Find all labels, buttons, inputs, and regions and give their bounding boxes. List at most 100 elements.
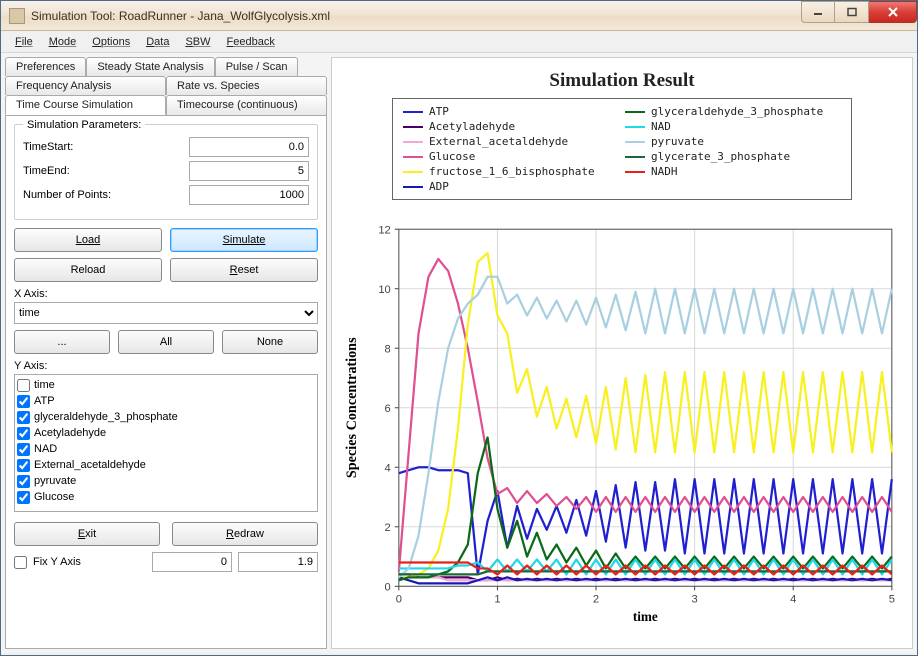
fix-y-min-input[interactable] — [152, 552, 232, 572]
none-button[interactable]: None — [222, 330, 318, 354]
window-title: Simulation Tool: RoadRunner - Jana_WolfG… — [31, 9, 801, 23]
all-button[interactable]: All — [118, 330, 214, 354]
fix-y-checkbox[interactable] — [14, 556, 27, 569]
yaxis-item-pyruvate[interactable]: pyruvate — [17, 473, 315, 489]
numpoints-label: Number of Points: — [23, 189, 189, 201]
yaxis-checklist[interactable]: time ATP glyceraldehyde_3_phosphate Acetyla… — [14, 374, 318, 512]
yaxis-item-acetyladehyde[interactable]: Acetyladehyde — [17, 425, 315, 441]
yaxis-checkbox[interactable] — [17, 395, 30, 408]
fix-y-max-input[interactable] — [238, 552, 318, 572]
yaxis-item-label: glyceraldehyde_3_phosphate — [34, 411, 178, 423]
legend-swatch-empty — [625, 186, 645, 188]
svg-text:4: 4 — [790, 594, 796, 606]
legend-swatch-NADH — [625, 171, 645, 173]
svg-text:2: 2 — [593, 594, 599, 606]
simulate-label: Simulate — [223, 234, 266, 246]
svg-text:3: 3 — [692, 594, 698, 606]
yaxis-item-external-acetaldehyde[interactable]: External_acetaldehyde — [17, 457, 315, 473]
legend-swatch-ADP — [403, 186, 423, 188]
timeend-input[interactable] — [189, 161, 309, 181]
reset-button[interactable]: Reset — [170, 258, 318, 282]
yaxis-checkbox[interactable] — [17, 379, 30, 392]
yaxis-checkbox[interactable] — [17, 459, 30, 472]
exit-button[interactable]: Exit — [14, 522, 160, 546]
legend-label-Acetyladehyde: Acetyladehyde — [429, 120, 619, 133]
legend-label-NAD: NAD — [651, 120, 841, 133]
yaxis-checkbox[interactable] — [17, 411, 30, 424]
legend-label-glyceraldehyde_3_phosphate: glyceraldehyde_3_phosphate — [651, 105, 841, 118]
simulation-parameters-group: Simulation Parameters: TimeStart: TimeEn… — [14, 124, 318, 220]
menu-mode[interactable]: Mode — [41, 34, 85, 50]
legend-swatch-pyruvate — [625, 141, 645, 143]
menubar: FileModeOptionsDataSBWFeedback — [1, 31, 917, 53]
svg-text:0: 0 — [385, 581, 391, 593]
yaxis-item-label: Glucose — [34, 491, 74, 503]
tab-time-course-content: Simulation Parameters: TimeStart: TimeEn… — [5, 115, 327, 649]
redraw-button[interactable]: Redraw — [172, 522, 318, 546]
yaxis-item-nad[interactable]: NAD — [17, 441, 315, 457]
xaxis-label: X Axis: — [14, 288, 318, 300]
numpoints-input[interactable] — [189, 185, 309, 205]
yaxis-checkbox[interactable] — [17, 443, 30, 456]
legend-swatch-Acetyladehyde — [403, 126, 423, 128]
simulate-button[interactable]: Simulate — [170, 228, 318, 252]
menu-options[interactable]: Options — [84, 34, 138, 50]
yaxis-checkbox[interactable] — [17, 491, 30, 504]
yaxis-item-label: time — [34, 379, 55, 391]
menu-file[interactable]: File — [7, 34, 41, 50]
menu-data[interactable]: Data — [138, 34, 177, 50]
yaxis-item-glucose[interactable]: Glucose — [17, 489, 315, 505]
menu-feedback[interactable]: Feedback — [219, 34, 283, 50]
tab-preferences[interactable]: Preferences — [5, 57, 86, 76]
legend-label-External_acetaldehyde: External_acetaldehyde — [429, 135, 619, 148]
legend-swatch-ATP — [403, 111, 423, 113]
yaxis-item-label: External_acetaldehyde — [34, 459, 146, 471]
svg-text:5: 5 — [889, 594, 895, 606]
yaxis-checkbox[interactable] — [17, 427, 30, 440]
svg-text:time: time — [633, 609, 658, 624]
timeend-label: TimeEnd: — [23, 165, 189, 177]
yaxis-item-time[interactable]: time — [17, 377, 315, 393]
tab-frequency-analysis[interactable]: Frequency Analysis — [5, 76, 166, 95]
ellipsis-button[interactable]: ... — [14, 330, 110, 354]
xaxis-combo[interactable]: time — [14, 302, 318, 324]
titlebar: Simulation Tool: RoadRunner - Jana_WolfG… — [1, 1, 917, 31]
svg-text:0: 0 — [396, 594, 402, 606]
timestart-label: TimeStart: — [23, 141, 189, 153]
tab-pulse-scan[interactable]: Pulse / Scan — [215, 57, 299, 76]
dots-label: ... — [57, 336, 66, 348]
tab-steady-state-analysis[interactable]: Steady State Analysis — [86, 57, 214, 76]
load-button[interactable]: Load — [14, 228, 162, 252]
menu-sbw[interactable]: SBW — [177, 34, 218, 50]
all-label: All — [160, 336, 172, 348]
left-panel: PreferencesSteady State AnalysisPulse / … — [5, 57, 327, 649]
yaxis-item-glyceraldehyde-3-phosphate[interactable]: glyceraldehyde_3_phosphate — [17, 409, 315, 425]
svg-text:4: 4 — [385, 462, 391, 474]
chart-legend: ATP glyceraldehyde_3_phosphate Acetyladehy… — [392, 98, 852, 200]
load-label: Load — [76, 234, 100, 246]
minimize-button[interactable] — [801, 1, 835, 23]
yaxis-checkbox[interactable] — [17, 475, 30, 488]
app-icon — [9, 8, 25, 24]
tab-timecourse-continuous-[interactable]: Timecourse (continuous) — [166, 95, 327, 115]
legend-swatch-glyceraldehyde_3_phosphate — [625, 111, 645, 113]
reload-button[interactable]: Reload — [14, 258, 162, 282]
svg-text:1: 1 — [494, 594, 500, 606]
maximize-button[interactable] — [835, 1, 869, 23]
tab-rate-vs-species[interactable]: Rate vs. Species — [166, 76, 327, 95]
yaxis-item-atp[interactable]: ATP — [17, 393, 315, 409]
timestart-input[interactable] — [189, 137, 309, 157]
legend-label-fructose_1_6_bisphosphate: fructose_1_6_bisphosphate — [429, 165, 619, 178]
tab-time-course-simulation[interactable]: Time Course Simulation — [5, 95, 166, 115]
chart-plot-area: 024681012012345Species Concentrationstim… — [340, 204, 904, 646]
chart-title: Simulation Result — [338, 70, 906, 92]
close-button[interactable] — [869, 1, 917, 23]
yaxis-item-label: pyruvate — [34, 475, 76, 487]
fix-y-label: Fix Y Axis — [33, 556, 81, 568]
yaxis-item-label: NAD — [34, 443, 57, 455]
legend-swatch-fructose_1_6_bisphosphate — [403, 171, 423, 173]
legend-swatch-glycerate_3_phosphate — [625, 156, 645, 158]
legend-label-ATP: ATP — [429, 105, 619, 118]
chart-panel: Simulation Result ATP glyceraldehyde_3_ph… — [331, 57, 913, 649]
yaxis-item-label: ATP — [34, 395, 55, 407]
